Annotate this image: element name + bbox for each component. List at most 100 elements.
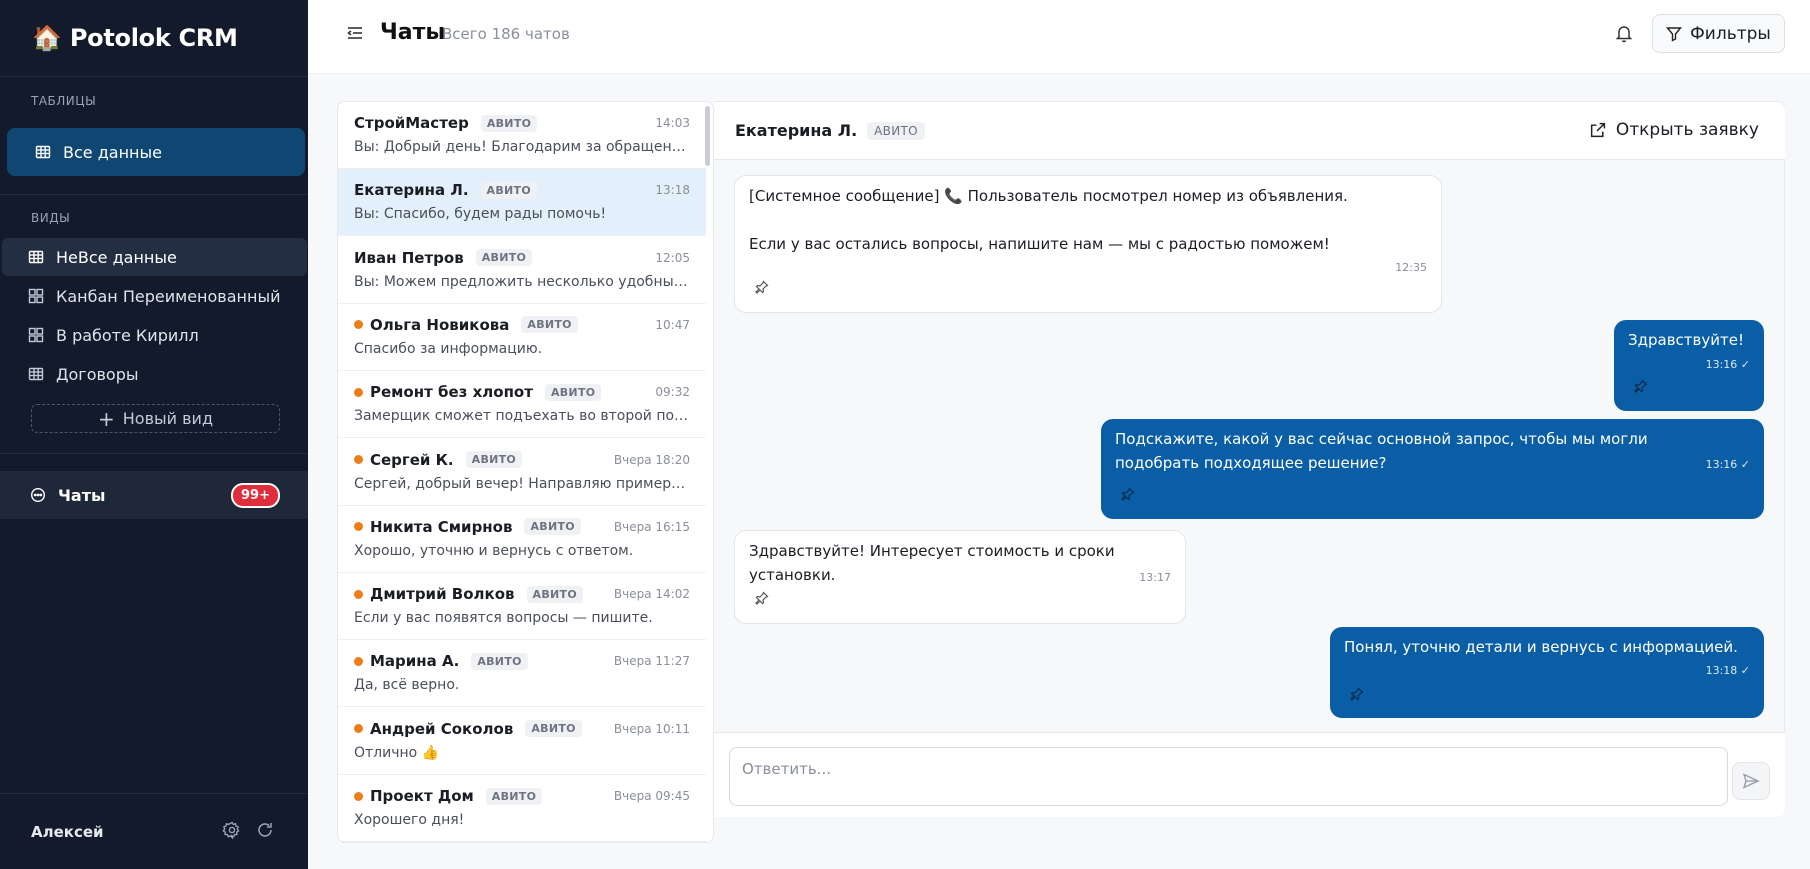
sidebar-toggle-icon[interactable] — [346, 24, 364, 42]
chat-name: СтройМастер — [354, 114, 469, 132]
chat-list-item[interactable]: Екатерина Л. АВИТО 13:18 Вы: Спасибо, будем… — [338, 169, 706, 237]
send-button[interactable] — [1732, 762, 1770, 800]
page-subtitle: Всего 186 чатов — [442, 25, 570, 43]
chat-time: 10:47 — [655, 317, 690, 332]
chat-preview: Вы: Можем предложить несколько удобных в… — [354, 273, 689, 290]
chat-preview: Хорошего дня! — [354, 812, 465, 828]
message-text: Понял, уточню детали и вернусь с информа… — [1344, 638, 1738, 656]
user-name: Алексей — [31, 822, 104, 841]
open-request-label: Открыть заявку — [1615, 120, 1759, 140]
chat-preview: Вы: Добрый день! Благодарим за обращение… — [354, 139, 689, 155]
new-view-label: Новый вид — [122, 409, 214, 428]
unread-dot-icon — [354, 656, 363, 666]
chat-list-item[interactable]: Сергей К. АВИТО Вчера 18:20 Сергей, добрый … — [338, 439, 706, 506]
message-composer — [714, 732, 1785, 817]
chat-time: 13:18 — [655, 183, 690, 198]
sidebar-item-label: Все данные — [63, 142, 162, 162]
chat-name: Проект Дом — [370, 787, 474, 805]
message-outgoing: Понял, уточню детали и вернусь с информа… — [1330, 627, 1764, 718]
chat-title: Андрей Соколов АВИТО — [354, 720, 582, 738]
conversation-panel: Екатерина Л. АВИТО Открыть заявку [Систе… — [714, 101, 1785, 817]
message-text: [Системное сообщение] 📞 Пользователь пос… — [749, 187, 1348, 253]
chat-preview: Вы: Спасибо, будем рады помочь! — [354, 206, 607, 223]
source-badge: АВИТО — [471, 652, 528, 670]
chat-name: Ремонт без хлопот — [370, 383, 533, 402]
chat-time: Вчера 14:02 — [613, 587, 690, 602]
chat-list-item[interactable]: Марина А. АВИТО Вчера 11:27 Да, всё верно. — [338, 640, 706, 708]
source-badge: АВИТО — [480, 181, 537, 199]
new-view-button[interactable]: + Новый вид — [31, 404, 280, 433]
pin-icon[interactable] — [1121, 487, 1135, 501]
table-icon — [28, 250, 44, 264]
chat-list-item[interactable]: СтройМастер АВИТО 14:03 Вы: Добрый день! Бл… — [338, 102, 706, 169]
sidebar-view-nevse-dannye[interactable]: НеВсе данные — [2, 238, 307, 276]
chat-preview: Да, всё верно. — [354, 677, 460, 694]
gear-icon[interactable] — [222, 820, 242, 840]
reply-input[interactable] — [729, 747, 1728, 806]
source-badge: АВИТО — [485, 787, 543, 805]
chat-list: СтройМастер АВИТО 14:03 Вы: Добрый день! Бл… — [337, 101, 714, 843]
source-badge: АВИТО — [544, 383, 602, 401]
filters-button[interactable]: Фильтры — [1652, 14, 1785, 53]
conversation-contact: Екатерина Л. АВИТО — [735, 121, 925, 140]
source-badge: АВИТО — [524, 518, 581, 536]
bell-icon[interactable] — [1614, 23, 1634, 43]
sidebar-item-all-data[interactable]: Все данные — [7, 128, 305, 176]
chat-list-item[interactable]: Проект Дом АВИТО Вчера 09:45 Хорошего дня! — [338, 775, 706, 842]
chat-title: Никита Смирнов АВИТО — [354, 518, 581, 536]
sidebar-item-label: НеВсе данные — [56, 247, 177, 267]
chat-name: Марина А. — [370, 652, 460, 671]
send-icon — [1742, 773, 1760, 789]
chat-list-item[interactable]: Ольга Новикова АВИТО 10:47 Спасибо за инфор… — [338, 304, 706, 371]
source-badge: АВИТО — [867, 121, 925, 140]
sidebar-view-v-rabote[interactable]: В работе Кирилл — [2, 316, 308, 354]
chat-time: 12:05 — [655, 250, 690, 265]
chat-preview: Если у вас появятся вопросы — пишите. — [354, 610, 653, 627]
views-section-label: ВИДЫ — [31, 211, 71, 225]
pin-icon[interactable] — [755, 591, 769, 605]
chat-name: Иван Петров — [354, 248, 464, 267]
chat-time: Вчера 10:11 — [613, 721, 690, 736]
unread-dot-icon — [354, 387, 363, 397]
chat-name: Дмитрий Волков — [370, 585, 515, 604]
plus-icon: + — [97, 406, 115, 431]
scrollbar-thumb[interactable] — [705, 106, 710, 166]
contact-name: Екатерина Л. — [735, 121, 858, 140]
chat-preview: Замерщик сможет подъехать во второй поло… — [354, 408, 689, 425]
chat-title: Ольга Новикова АВИТО — [354, 316, 578, 334]
chat-list-item[interactable]: Никита Смирнов АВИТО Вчера 16:15 Хорошо, ут… — [338, 506, 706, 573]
chat-time: 14:03 — [655, 116, 690, 130]
chat-preview: Отлично 👍 — [354, 744, 440, 761]
sidebar-item-label: Канбан Переименованный — [56, 286, 281, 306]
message-time: 13:18 ✓ — [1705, 664, 1750, 677]
sidebar-view-dogovory[interactable]: Договоры — [2, 355, 308, 393]
message-time: 13:16 ✓ — [1705, 458, 1750, 471]
chat-list-item[interactable]: Андрей Соколов АВИТО Вчера 10:11 Отлично 👍 — [338, 708, 706, 775]
chat-list-item[interactable]: Ремонт без хлопот АВИТО 09:32 Замерщик смож… — [338, 371, 706, 439]
pin-icon[interactable] — [1350, 687, 1364, 701]
sidebar-item-chats[interactable]: Чаты 99+ — [0, 471, 308, 519]
sidebar-view-kanban[interactable]: Канбан Переименованный — [2, 277, 308, 315]
chat-name: Ольга Новикова — [370, 315, 510, 334]
kanban-icon — [28, 288, 44, 304]
chat-list-item[interactable]: Иван Петров АВИТО 12:05 Вы: Можем предложит… — [338, 237, 706, 304]
sidebar-item-label: Чаты — [58, 485, 106, 505]
chat-preview: Спасибо за информацию. — [354, 340, 543, 357]
open-request-button[interactable]: Открыть заявку — [1589, 120, 1759, 140]
refresh-icon[interactable] — [255, 820, 275, 840]
message-text: Подскажите, какой у вас сейчас основной … — [1115, 430, 1648, 472]
unread-count-badge: 99+ — [231, 483, 280, 508]
chat-preview: Сергей, добрый вечер! Направляю примеры … — [354, 475, 689, 492]
table-icon — [28, 367, 44, 381]
pin-icon[interactable] — [755, 280, 769, 294]
brand[interactable]: 🏠 Potolok CRM — [0, 0, 308, 77]
tables-section-label: ТАБЛИЦЫ — [31, 94, 97, 108]
chat-time: Вчера 16:15 — [613, 519, 690, 534]
chat-title: Проект Дом АВИТО — [354, 787, 543, 805]
chat-time: Вчера 18:20 — [613, 452, 690, 467]
unread-dot-icon — [354, 589, 363, 599]
chat-name: Андрей Соколов — [370, 719, 514, 738]
kanban-icon — [28, 327, 44, 343]
chat-list-item[interactable]: Дмитрий Волков АВИТО Вчера 14:02 Если у вас… — [338, 573, 706, 641]
pin-icon[interactable] — [1634, 379, 1648, 393]
